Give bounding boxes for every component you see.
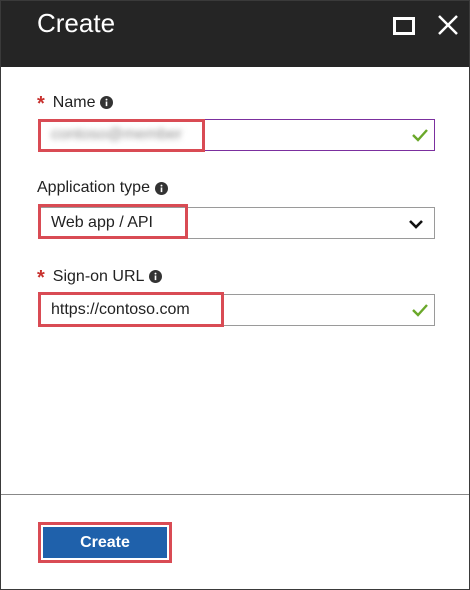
sign-on-url-highlight: [38, 292, 224, 327]
dialog-title: Create: [37, 8, 116, 38]
required-marker: *: [37, 267, 45, 289]
checkmark-icon: [412, 303, 428, 317]
required-marker: *: [37, 93, 45, 115]
name-highlight: [38, 119, 205, 152]
checkmark-icon: [412, 128, 428, 142]
info-icon[interactable]: [100, 96, 114, 109]
close-icon[interactable]: [436, 13, 460, 37]
sign-on-url-label: Sign-on URL: [52, 267, 145, 285]
create-dialog: Create * Name contoso@member Application…: [0, 0, 470, 590]
maximize-icon[interactable]: [393, 15, 415, 37]
sign-on-url-label-row: * Sign-on URL: [37, 265, 163, 289]
info-icon[interactable]: [154, 181, 168, 195]
app-type-label-row: Application type: [37, 179, 168, 197]
chevron-down-icon[interactable]: [408, 218, 424, 230]
app-type-label: Application type: [37, 179, 150, 196]
app-type-highlight: [38, 204, 188, 239]
name-label: Name: [52, 93, 96, 111]
footer-divider: [1, 494, 469, 495]
name-label-row: * Name: [37, 91, 114, 115]
dialog-header: Create: [1, 1, 469, 67]
create-button[interactable]: Create: [43, 527, 167, 558]
info-icon[interactable]: [149, 270, 163, 283]
